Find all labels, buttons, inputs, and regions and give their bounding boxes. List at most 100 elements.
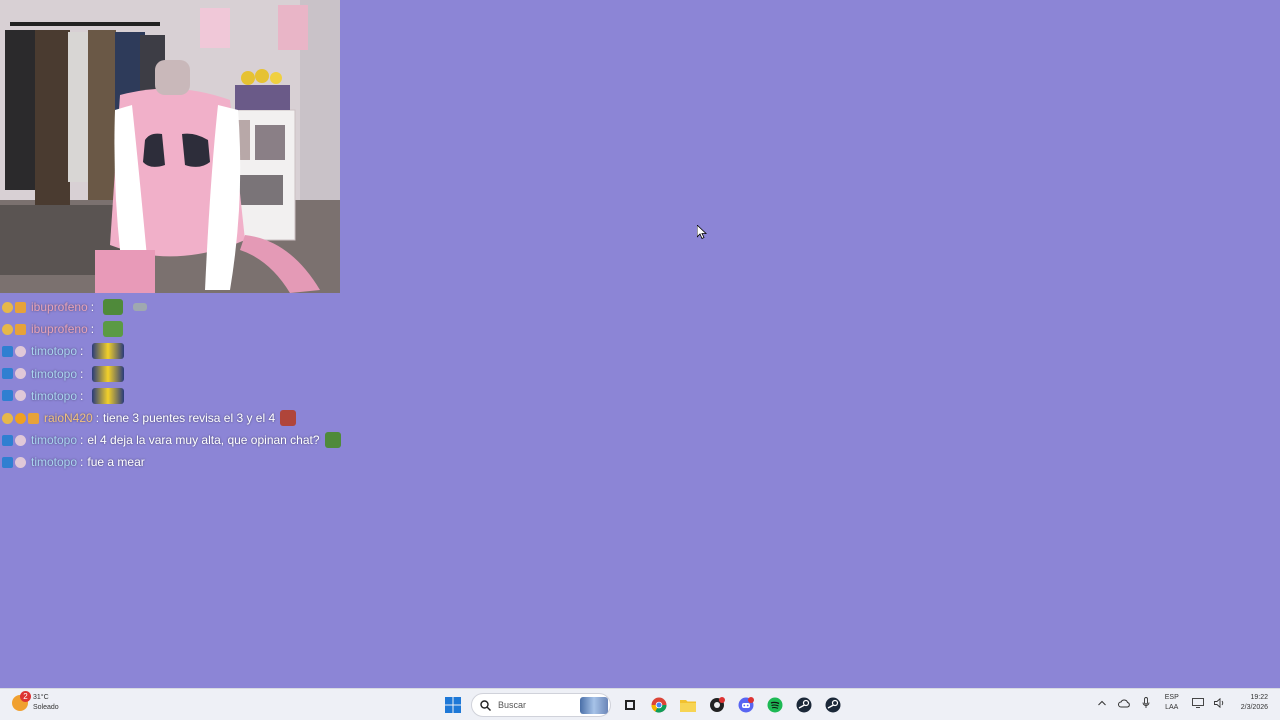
chat-separator: : [95,411,100,426]
chat-overlay: ibuprofeno : ibuprofeno : timotopo : tim… [2,296,362,474]
clock-time: 19:22 [1250,694,1268,701]
blue-badge-icon [2,434,13,446]
keyboard-layout: LAA [1165,704,1179,711]
sub-badge-icon [15,345,26,357]
angry-face-emote-icon [280,410,297,427]
chat-separator: : [80,433,84,448]
sub-badge-icon [15,456,26,468]
search-icon [480,699,491,711]
chat-username: timotopo [31,344,78,359]
chat-text: tiene 3 puentes revisa el 3 y el 4 [103,411,276,426]
windows-icon [444,697,461,713]
clock[interactable]: 19:22 2/3/2026 [1241,693,1268,713]
taskbar-search[interactable]: Buscar [471,693,611,717]
webcam-overlay [0,0,340,293]
kermit-emote-icon [92,387,125,404]
sub-badge-icon [2,412,13,424]
cloud-icon [1117,699,1130,708]
weather-notification-badge: 2 [20,691,31,702]
language-code: ESP [1164,694,1179,701]
sub-badge-icon [15,434,26,446]
chat-separator: : [80,455,84,470]
chat-separator: : [80,344,84,359]
chat-separator: : [90,300,95,315]
obs-icon [709,697,725,712]
folder-icon [679,700,696,712]
chat-username: timotopo [31,366,78,381]
steam-icon [796,697,811,713]
sub-badge-icon [15,390,26,402]
kermit-emote-icon [92,343,125,360]
language-indicator[interactable]: ESP LAA [1165,693,1179,713]
microphone-icon [1142,697,1150,708]
gift-badge-icon [15,301,26,313]
app-button-record[interactable] [706,694,728,716]
blue-badge-icon [2,456,13,468]
search-placeholder: Buscar [498,700,527,710]
microphone-tray-button[interactable] [1139,696,1153,710]
weather-temp: 31°C [33,694,49,701]
chat-message: timotopo : [2,363,362,385]
taskbar: 2 31°C Soleado Buscar ESP LAA 19:22 2/3/… [0,688,1280,720]
kermit-emote-icon [92,365,125,382]
chrome-button[interactable] [648,694,670,716]
chat-username: raioN420 [44,411,93,426]
chat-separator: : [90,322,95,337]
discord-button[interactable] [735,694,757,716]
chat-username: timotopo [31,433,78,448]
gift-badge-icon [28,412,39,424]
chat-separator: : [80,366,84,381]
weather-widget[interactable]: 2 31°C Soleado [12,691,59,713]
pepe-emote-icon [324,432,341,449]
clock-date: 2/3/2026 [1240,704,1268,711]
start-button[interactable] [442,694,464,716]
mouse-cursor-icon [696,224,708,244]
sub-badge-icon [15,368,26,380]
chat-username: timotopo [31,455,78,470]
pepe-face-emote-icon [103,321,124,338]
chat-message: ibuprofeno : [2,318,362,340]
blue-badge-icon [2,368,13,380]
volume-tray-button[interactable] [1213,696,1227,710]
chat-message: ibuprofeno : [2,296,362,318]
chat-separator: : [80,388,84,403]
pepe-emote-icon [103,299,124,316]
monitor-icon [1191,698,1204,708]
network-tray-button[interactable] [1117,696,1131,710]
file-explorer-button[interactable] [677,694,699,716]
chat-username: ibuprofeno [31,322,88,337]
blue-badge-icon [2,345,13,357]
weather-desc: Soleado [33,704,59,711]
chat-message: timotopo : [2,340,362,362]
chat-message: timotopo : [2,385,362,407]
sub-badge-icon [2,323,13,335]
search-highlight-image [580,697,608,714]
bits-badge-icon [15,412,26,424]
chat-username: timotopo [31,388,78,403]
chat-username: ibuprofeno [31,300,88,315]
gift-badge-icon [15,323,26,335]
discord-icon [738,697,754,713]
chat-text: fue a mear [87,455,145,470]
chat-message: timotopo : el 4 deja la vara muy alta, q… [2,429,362,451]
steam-button-2[interactable] [822,694,844,716]
chevron-up-icon [1097,700,1106,706]
sub-badge-icon [2,301,13,313]
sun-icon: 2 [12,691,31,711]
chat-text: el 4 deja la vara muy alta, que opinan c… [87,433,320,448]
taskbar-apps: Buscar [438,693,847,717]
show-hidden-icons-button[interactable] [1095,696,1109,710]
chat-message: timotopo : fue a mear [2,451,362,473]
chrome-icon [650,697,667,713]
speaker-icon [1213,698,1223,708]
task-view-button[interactable] [619,694,641,716]
blue-badge-icon [2,390,13,402]
chat-message: raioN420 : tiene 3 puentes revisa el 3 y… [2,407,362,429]
display-tray-button[interactable] [1191,696,1205,710]
small-emote-icon [133,303,148,312]
spotify-icon [767,697,782,713]
task-view-icon [624,700,635,710]
system-tray: ESP LAA 19:22 2/3/2026 [1091,693,1268,713]
spotify-button[interactable] [764,694,786,716]
steam-button[interactable] [793,694,815,716]
